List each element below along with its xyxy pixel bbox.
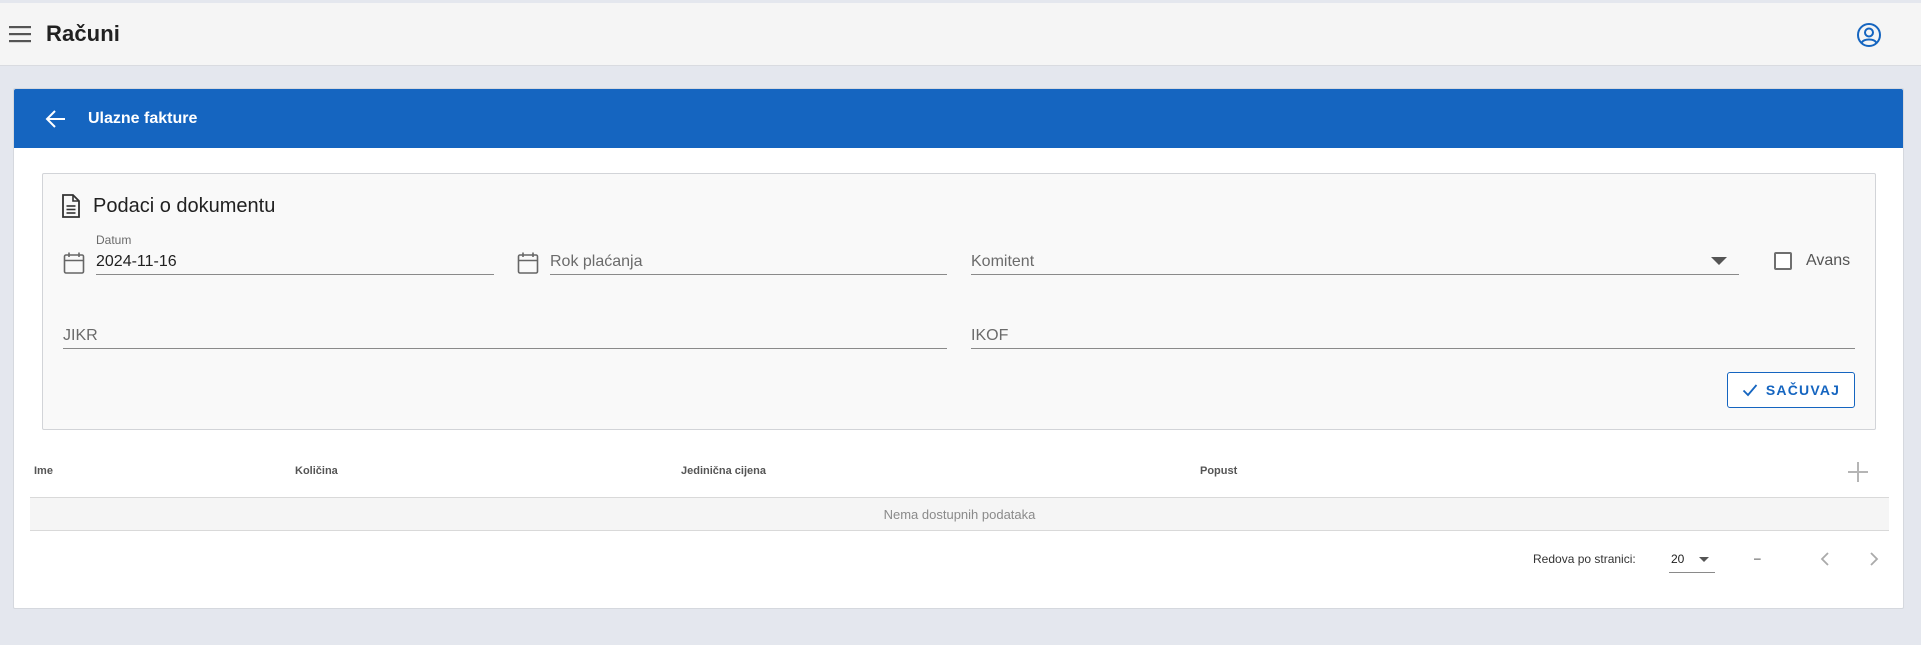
app-bar: Računi [0, 3, 1921, 66]
column-header-jedinicna-cijena[interactable]: Jedinična cijena [681, 465, 766, 477]
rows-per-page-label: Redova po stranici: [1533, 552, 1636, 566]
datum-label: Datum [96, 233, 132, 247]
dropdown-arrow-icon [1711, 257, 1727, 265]
komitent-select[interactable]: Komitent [971, 233, 1739, 275]
card-title: Ulazne fakture [88, 109, 198, 127]
save-button-label: SAČUVAJ [1765, 382, 1841, 398]
back-button[interactable] [36, 99, 76, 139]
document-icon [62, 194, 80, 218]
avans-checkbox-wrap[interactable]: Avans [1774, 252, 1850, 270]
avans-checkbox[interactable] [1774, 252, 1792, 270]
rok-placanja-underline [550, 274, 947, 275]
column-header-popust[interactable]: Popust [1200, 465, 1237, 477]
ikof-field[interactable]: IKOF [971, 307, 1855, 349]
menu-icon [9, 26, 31, 43]
empty-table-text: Nema dostupnih podataka [883, 506, 1036, 522]
table-empty-row: Nema dostupnih podataka [30, 498, 1889, 531]
calendar-icon [63, 252, 85, 274]
document-section-header: Podaci o dokumentu [61, 194, 275, 218]
account-button[interactable] [1853, 19, 1885, 51]
next-page-button[interactable] [1858, 543, 1890, 575]
plus-icon [1848, 462, 1868, 482]
jikr-field[interactable]: JIKR [63, 307, 947, 349]
calendar-icon [517, 252, 539, 274]
rok-placanja-placeholder: Rok plaćanja [550, 253, 643, 270]
save-button[interactable]: SAČUVAJ [1727, 372, 1855, 408]
rows-per-page-select[interactable]: 20 [1669, 545, 1715, 573]
ikof-underline [971, 348, 1855, 349]
datum-field[interactable]: Datum 2024-11-16 [96, 233, 494, 275]
rows-per-page-value: 20 [1671, 552, 1685, 566]
invoice-card: Ulazne fakture Podaci o dokumentu Datum … [13, 88, 1904, 609]
items-table: Ime Količina Jedinična cijena Popust Nem… [30, 451, 1889, 531]
card-header: Ulazne fakture [14, 89, 1903, 148]
chevron-right-icon [1870, 552, 1879, 566]
app-title: Računi [46, 21, 120, 46]
page-range: – [1754, 551, 1761, 565]
check-icon [1742, 384, 1758, 397]
column-header-kolicina[interactable]: Količina [295, 465, 338, 477]
column-header-ime[interactable]: Ime [34, 465, 53, 477]
datum-value: 2024-11-16 [96, 253, 177, 270]
document-section: Podaci o dokumentu Datum 2024-11-16 Rok … [42, 173, 1876, 430]
table-header: Ime Količina Jedinična cijena Popust [30, 451, 1889, 498]
rok-placanja-field[interactable]: Rok plaćanja [550, 233, 947, 275]
datum-underline [96, 274, 494, 275]
account-circle-icon [1857, 23, 1881, 47]
previous-page-button[interactable] [1809, 543, 1841, 575]
pagination: Redova po stranici: 20 – [14, 539, 1903, 579]
avans-label: Avans [1806, 252, 1851, 269]
arrow-left-icon [45, 109, 65, 128]
chevron-left-icon [1820, 552, 1829, 566]
document-section-title: Podaci o dokumentu [93, 194, 276, 217]
menu-button[interactable] [0, 14, 40, 54]
jikr-placeholder: JIKR [63, 327, 98, 344]
komitent-placeholder: Komitent [971, 253, 1035, 270]
ikof-placeholder: IKOF [971, 327, 1009, 344]
add-item-button[interactable] [1843, 457, 1873, 487]
jikr-underline [63, 348, 947, 349]
komitent-underline [971, 274, 1739, 275]
chevron-down-icon [1699, 557, 1709, 562]
